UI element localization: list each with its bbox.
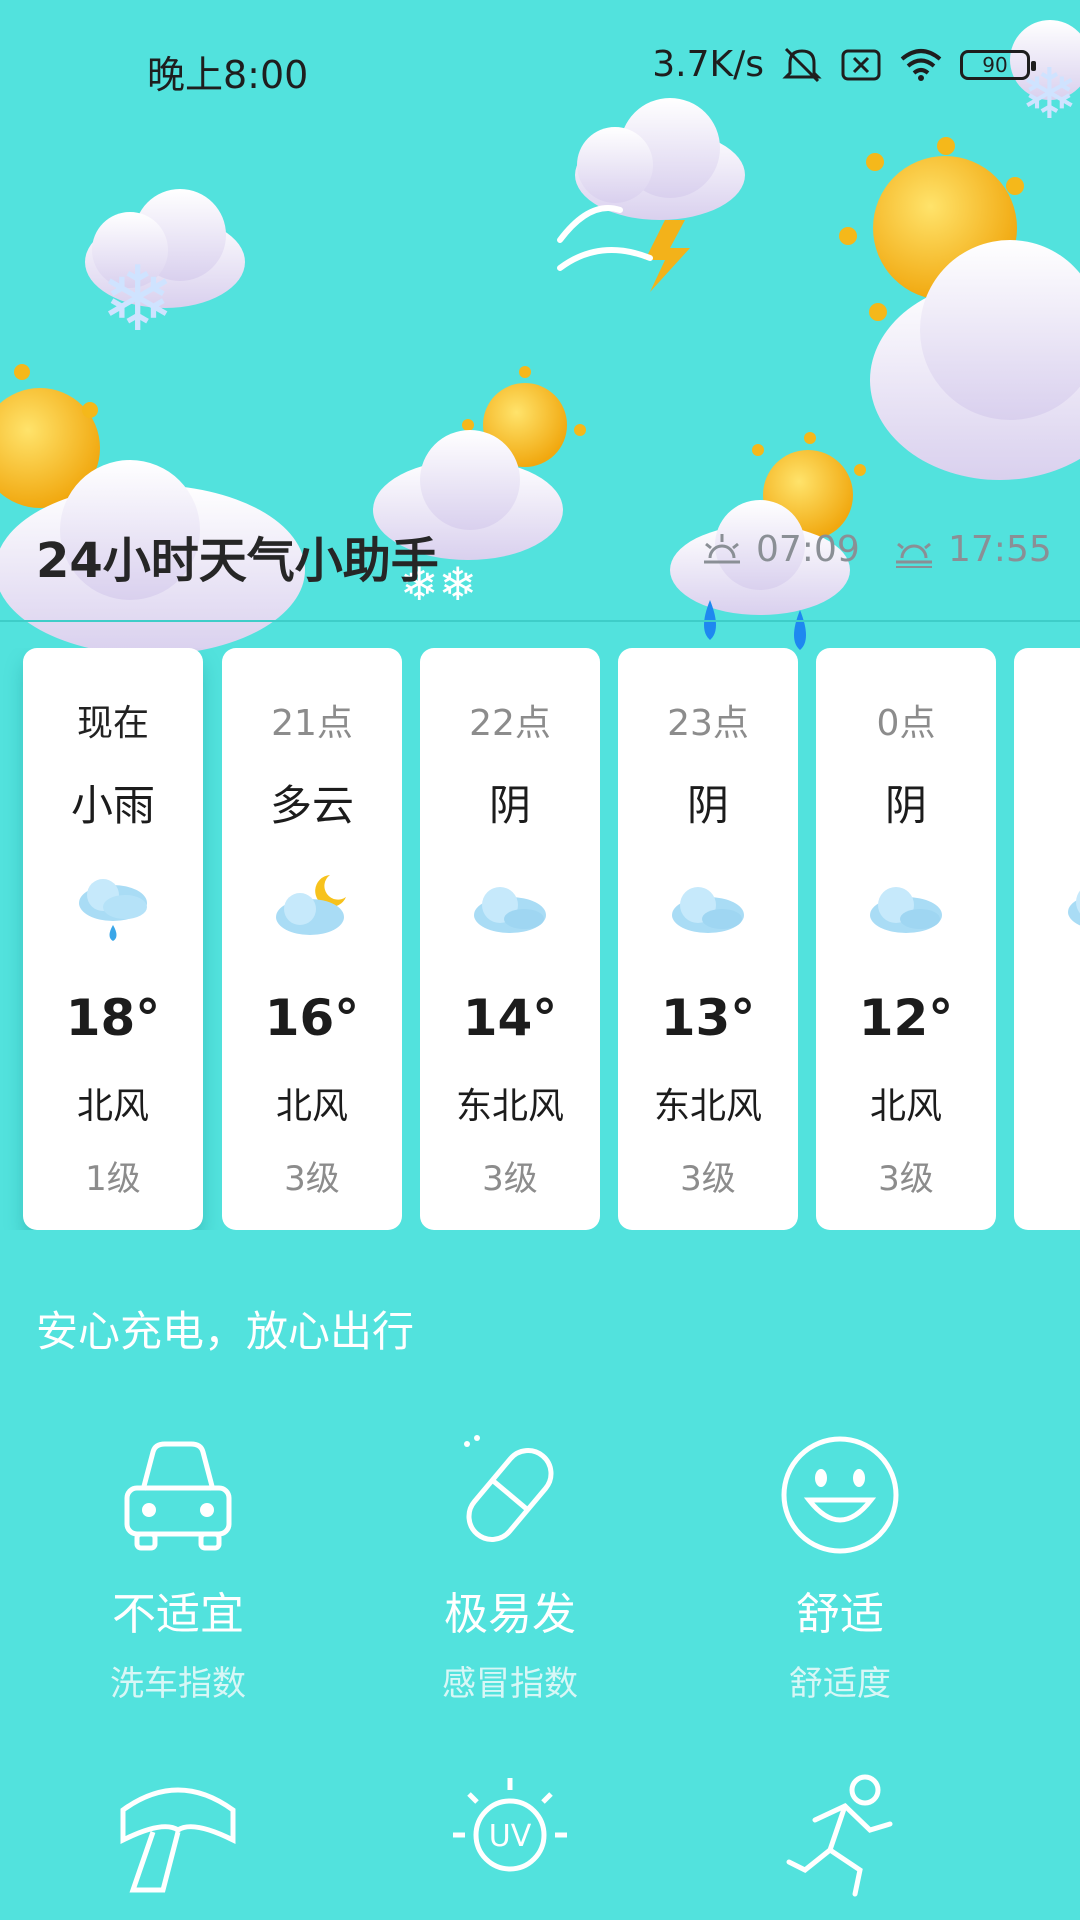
sim-x-icon xyxy=(840,48,882,82)
partly-cloudy-night-icon xyxy=(276,875,346,935)
header: 24小时天气小助手 07:09 17:55 xyxy=(0,515,1080,589)
scarf-icon xyxy=(120,1787,236,1893)
smile-icon xyxy=(781,1436,899,1554)
divider xyxy=(0,620,1080,622)
condition-label: 阴 xyxy=(686,781,729,830)
wind-level: 3级 xyxy=(878,1159,934,1199)
comfort-index[interactable]: 舒适 舒适度 xyxy=(690,1430,990,1705)
condition-label: 小雨 xyxy=(70,781,155,830)
hour-label: 22点 xyxy=(469,703,551,744)
index-name: 感冒指数 xyxy=(442,1664,578,1704)
status-bar: 晚上8:00 3.7K/s 90 xyxy=(0,0,1080,140)
hourly-card[interactable]: 0点 阴 12° 北风 3级 xyxy=(816,648,996,1230)
sport-index[interactable] xyxy=(690,1770,990,1900)
hour-label: 21点 xyxy=(271,703,353,744)
left-sun-cloud-icon xyxy=(0,364,305,655)
car-icon xyxy=(124,1441,232,1551)
index-value: 极易发 xyxy=(444,1589,576,1640)
running-icon xyxy=(786,1774,893,1897)
temperature: 16° xyxy=(264,989,360,1047)
sunrise-time: 07:09 xyxy=(756,529,860,570)
uv-icon: UV xyxy=(453,1778,567,1872)
index-name: 舒适度 xyxy=(789,1664,891,1704)
wind-level: 3级 xyxy=(482,1159,538,1199)
network-speed: 3.7K/s xyxy=(652,44,764,85)
index-value: 不适宜 xyxy=(112,1589,244,1640)
sunrise-icon xyxy=(704,533,740,563)
overcast-icon xyxy=(870,887,942,933)
condition-label: 阴 xyxy=(884,781,927,830)
battery-icon: 90 xyxy=(960,49,1036,80)
temperature: 12° xyxy=(858,989,954,1047)
index-name: 洗车指数 xyxy=(110,1664,246,1704)
temperature: 14° xyxy=(462,989,558,1047)
wifi-icon xyxy=(898,47,944,83)
hourly-forecast[interactable]: 现在 小雨 18° 北风 1级 21点 多云 16° 北风 3级 22点 阴 1… xyxy=(0,648,1080,1230)
light-rain-icon xyxy=(79,879,147,941)
wind-direction: 东北风 xyxy=(653,1086,762,1127)
hour-label: 23点 xyxy=(667,703,749,744)
weather-page: ❄ ❄ ❄❄ 晚上8:00 3.7K/s 90 24小时天气小助手 07:09 … xyxy=(0,0,1080,1920)
condition-label: 多云 xyxy=(269,781,354,830)
svg-text:❄: ❄ xyxy=(100,247,175,352)
wind-direction: 北风 xyxy=(76,1086,149,1127)
status-indicators: 3.7K/s 90 xyxy=(652,44,1036,85)
hourly-card[interactable]: 现在 小雨 18° 北风 1级 xyxy=(23,648,203,1230)
snow-cloud-icon: ❄ xyxy=(85,189,245,352)
pill-icon xyxy=(464,1435,554,1542)
overcast-icon xyxy=(474,887,546,933)
hourly-card[interactable]: 22点 阴 14° 东北风 3级 xyxy=(420,648,600,1230)
page-title: 24小时天气小助手 xyxy=(36,533,439,589)
wind-direction: 北风 xyxy=(869,1086,942,1127)
section-title: 安心充电，放心出行 xyxy=(36,1307,415,1356)
wind-level: 3级 xyxy=(680,1159,736,1199)
sunset-info: 17:55 xyxy=(892,529,1052,570)
temperature: 18° xyxy=(65,989,161,1047)
hourly-card-partial[interactable] xyxy=(1014,648,1080,1230)
cold-index[interactable]: 极易发 感冒指数 xyxy=(360,1430,660,1705)
dressing-index[interactable] xyxy=(28,1770,328,1900)
car-wash-index[interactable]: 不适宜 洗车指数 xyxy=(28,1430,328,1705)
mute-icon xyxy=(780,45,824,85)
sunrise-info: 07:09 xyxy=(700,529,860,570)
overcast-icon xyxy=(1068,890,1080,926)
sunset-time: 17:55 xyxy=(948,529,1052,570)
index-value: 舒适 xyxy=(796,1589,884,1640)
hourly-card[interactable]: 23点 阴 13° 东北风 3级 xyxy=(618,648,798,1230)
uv-index[interactable]: UV xyxy=(360,1770,660,1900)
wind-direction: 东北风 xyxy=(455,1086,564,1127)
temperature: 13° xyxy=(660,989,756,1047)
wind-direction: 北风 xyxy=(275,1086,348,1127)
sunset-icon xyxy=(896,542,932,568)
svg-text:UV: UV xyxy=(489,1819,532,1854)
wind-level: 3级 xyxy=(284,1159,340,1199)
status-time: 晚上8:00 xyxy=(147,53,309,97)
hour-label: 0点 xyxy=(876,703,936,744)
wind-level: 1级 xyxy=(85,1159,141,1199)
hourly-card[interactable]: 21点 多云 16° 北风 3级 xyxy=(222,648,402,1230)
overcast-icon xyxy=(672,887,744,933)
hour-label: 现在 xyxy=(76,703,149,744)
condition-label: 阴 xyxy=(488,781,531,830)
